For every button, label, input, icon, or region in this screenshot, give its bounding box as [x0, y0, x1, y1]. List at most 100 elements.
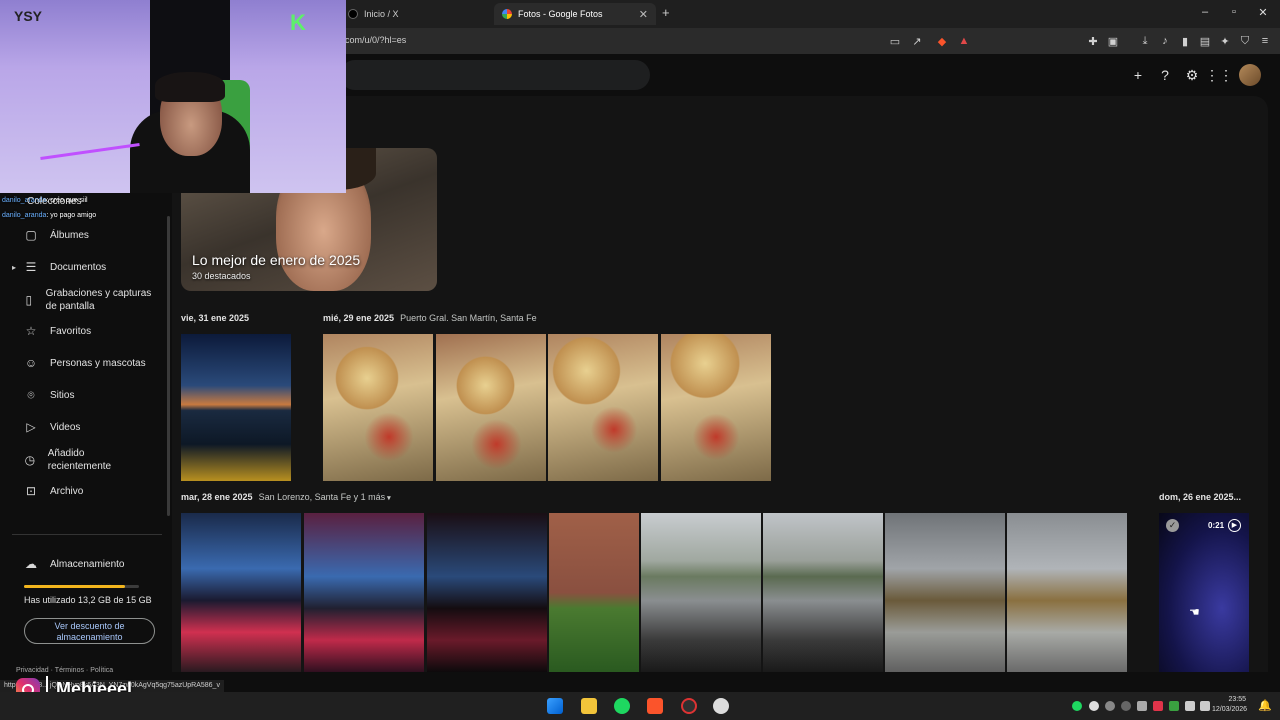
- neon-sign-icon: K: [290, 10, 306, 35]
- close-window-button[interactable]: ✕: [1248, 6, 1278, 19]
- obs-icon[interactable]: [681, 698, 697, 714]
- sidebar-item-label: Grabaciones y capturas de pantalla: [45, 288, 152, 312]
- photo-thumbnail[interactable]: [181, 334, 291, 481]
- taskbar: 23:55 12/03/2026 🔔: [0, 692, 1280, 720]
- video-thumbnail[interactable]: ✓ 0:21 ▶ ☚: [1159, 513, 1249, 672]
- brave-shield-icon[interactable]: ◆: [935, 34, 949, 48]
- sidebar-item-videos[interactable]: ▷ Videos: [24, 420, 80, 434]
- tray-icon[interactable]: [1089, 701, 1099, 711]
- brave-rewards-icon[interactable]: ▲: [957, 34, 971, 48]
- music-icon[interactable]: ♪: [1158, 34, 1172, 48]
- storage-bar-fill: [24, 585, 126, 588]
- settings-icon[interactable]: ⚙: [1183, 66, 1201, 84]
- sidebar-item-favoritos[interactable]: ☆ Favoritos: [24, 324, 92, 338]
- tray-icon[interactable]: [1153, 701, 1163, 711]
- photo-thumbnail[interactable]: [641, 513, 761, 672]
- sidebar-item-sitios[interactable]: ⌾ Sitios: [24, 388, 74, 402]
- maximize-button[interactable]: ▫: [1219, 6, 1249, 18]
- sidebar-item-label: Álbumes: [50, 229, 89, 241]
- app-icon[interactable]: [713, 698, 729, 714]
- photo-thumbnail[interactable]: [1007, 513, 1127, 672]
- brave-icon[interactable]: [647, 698, 663, 714]
- sidebar-item-grabaciones[interactable]: ▯ Grabaciones y capturas de pantalla: [24, 287, 154, 313]
- photo-thumbnail[interactable]: [549, 513, 639, 672]
- tray-icon[interactable]: [1185, 701, 1195, 711]
- menu-icon[interactable]: ≡: [1258, 34, 1272, 48]
- help-icon[interactable]: ?: [1156, 66, 1174, 84]
- clock-time[interactable]: 23:55: [1218, 696, 1246, 703]
- photo-thumbnail[interactable]: [304, 513, 424, 672]
- person-hair: [155, 72, 225, 102]
- chat-message: danilo_aranda: yo pago amigo: [2, 212, 96, 219]
- tray-icon[interactable]: [1137, 701, 1147, 711]
- date-header: vie, 31 ene 2025: [181, 313, 249, 323]
- footer-links: Privacidad · Términos · Política: [16, 667, 114, 674]
- photo-thumbnail[interactable]: [885, 513, 1005, 672]
- star-icon: ☆: [25, 324, 37, 338]
- tray-icon[interactable]: [1200, 701, 1210, 711]
- sidebar-item-almacenamiento[interactable]: ☁ Almacenamiento: [24, 557, 124, 571]
- apps-grid-icon[interactable]: ⋮⋮: [1205, 66, 1233, 84]
- chevron-down-icon[interactable]: ▾: [387, 495, 391, 502]
- expand-chevron-icon[interactable]: ▸: [12, 263, 16, 272]
- tab-google-fotos[interactable]: Fotos - Google Fotos ✕: [494, 3, 656, 25]
- sidebar-item-documentos[interactable]: ☰ Documentos: [24, 260, 107, 274]
- windows-start-icon[interactable]: [547, 698, 563, 714]
- sidebar-item-albumes[interactable]: ▢ Álbumes: [24, 228, 89, 242]
- sidebar-item-personas[interactable]: ☺ Personas y mascotas: [24, 356, 146, 370]
- location-label[interactable]: San Lorenzo, Santa Fe y 1 más: [259, 492, 386, 502]
- tray-icon[interactable]: [1121, 701, 1131, 711]
- avatar[interactable]: [1239, 64, 1261, 86]
- leo-ai-icon[interactable]: ✦: [1218, 34, 1232, 48]
- tray-spotify-icon[interactable]: [1072, 701, 1082, 711]
- photo-thumbnail[interactable]: [763, 513, 883, 672]
- sidebar-item-label: Documentos: [50, 261, 107, 273]
- download-icon[interactable]: ⤓: [1138, 34, 1152, 48]
- photo-thumbnail[interactable]: [661, 334, 771, 481]
- tab-inicio-x[interactable]: Inicio / X: [340, 3, 490, 25]
- storage-bar: [24, 585, 139, 588]
- location-label[interactable]: Puerto Gral. San Martín, Santa Fe: [400, 313, 537, 323]
- clock-date[interactable]: 12/03/2026: [1212, 706, 1247, 713]
- sidebar-scrollbar[interactable]: [167, 216, 170, 516]
- tab-manager-icon[interactable]: ▣: [1106, 34, 1120, 48]
- add-icon[interactable]: +: [1129, 66, 1147, 84]
- date-label: mié, 29 ene 2025: [323, 313, 395, 323]
- photo-thumbnail[interactable]: [548, 334, 658, 481]
- privacy-link[interactable]: Privacidad: [16, 667, 49, 674]
- photo-thumbnail[interactable]: [436, 334, 546, 481]
- vpn-icon[interactable]: ⛉: [1238, 34, 1252, 48]
- terms-link[interactable]: Términos: [55, 667, 84, 674]
- play-icon[interactable]: ▶: [1228, 519, 1241, 532]
- cloud-icon: ☁: [25, 557, 37, 571]
- photo-thumbnail[interactable]: [427, 513, 547, 672]
- photo-thumbnail[interactable]: [323, 334, 433, 481]
- wallet-icon[interactable]: ▤: [1198, 34, 1212, 48]
- url-text[interactable]: com/u/0/?hl=es: [345, 35, 406, 45]
- date-label: dom, 26 ene 2025...: [1159, 492, 1242, 502]
- sidebar-toggle-icon[interactable]: ▮: [1178, 34, 1192, 48]
- google-photos-icon: [502, 9, 512, 19]
- divider: [12, 534, 162, 535]
- cast-icon[interactable]: ▭: [888, 34, 902, 48]
- close-tab-icon[interactable]: ✕: [639, 8, 648, 21]
- minimize-button[interactable]: –: [1190, 6, 1220, 18]
- wall-logo-icon: YSY: [14, 8, 43, 24]
- spotify-icon[interactable]: [614, 698, 630, 714]
- extensions-icon[interactable]: ✚: [1086, 34, 1100, 48]
- date-header: mar, 28 ene 2025 San Lorenzo, Santa Fe y …: [181, 492, 391, 502]
- tray-icon[interactable]: [1105, 701, 1115, 711]
- policy-link[interactable]: Política: [90, 667, 113, 674]
- storage-offer-button[interactable]: Ver descuento de almacenamiento: [24, 618, 155, 644]
- select-check-icon[interactable]: ✓: [1166, 519, 1179, 532]
- file-explorer-icon[interactable]: [581, 698, 597, 714]
- search-input[interactable]: [340, 60, 650, 90]
- notification-bell-icon[interactable]: 🔔: [1258, 699, 1272, 712]
- cursor-icon: ☚: [1189, 605, 1200, 619]
- share-icon[interactable]: ↗: [910, 34, 924, 48]
- sidebar-item-anadido[interactable]: ◷ Añadido recientemente: [24, 447, 134, 473]
- sidebar-item-archivo[interactable]: ⊡ Archivo: [24, 484, 83, 498]
- photo-thumbnail[interactable]: [181, 513, 301, 672]
- tray-nvidia-icon[interactable]: [1169, 701, 1179, 711]
- new-tab-button[interactable]: +: [662, 5, 670, 20]
